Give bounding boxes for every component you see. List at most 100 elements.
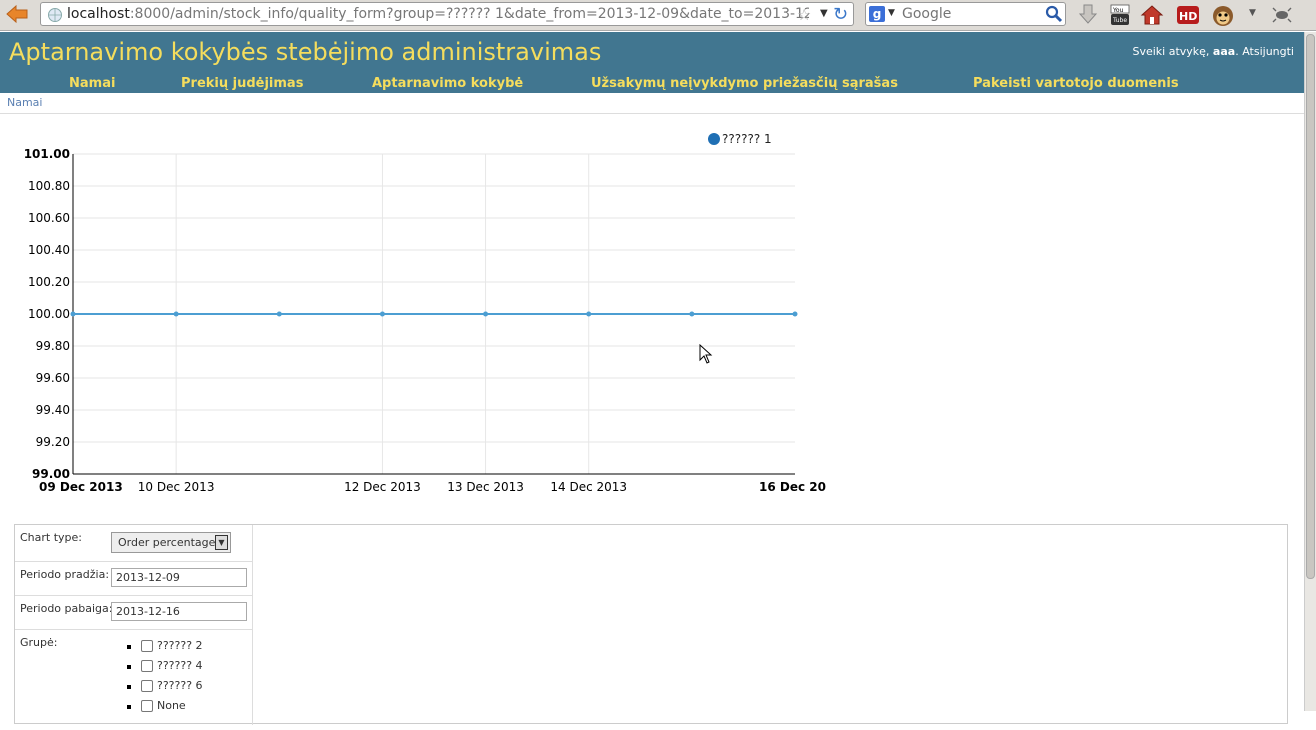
- group-option-label: ?????? 4: [157, 659, 203, 672]
- user-tools: Sveiki atvykę, aaa. Atsijungti: [1132, 45, 1294, 58]
- y-tick-label: 100.40: [28, 243, 70, 257]
- group-checkbox[interactable]: [141, 680, 153, 692]
- chart-type-value: Order percentage: [118, 536, 216, 549]
- logout-link[interactable]: Atsijungti: [1242, 45, 1294, 58]
- group-option-label: ?????? 2: [157, 639, 203, 652]
- data-point: [276, 311, 282, 317]
- youtube-icon[interactable]: You Tube: [1108, 3, 1132, 27]
- x-tick-label: 09 Dec 2013: [39, 480, 123, 494]
- page-globe-icon: [48, 8, 62, 22]
- bug-icon[interactable]: [1270, 3, 1294, 27]
- series-layer: [70, 311, 798, 317]
- nav-change-user-data[interactable]: Pakeisti vartotojo duomenis: [973, 76, 1179, 91]
- data-point: [586, 311, 592, 317]
- x-tick-label: 10 Dec 2013: [138, 480, 215, 494]
- x-tick-label: 13 Dec 2013: [447, 480, 524, 494]
- period-end-input[interactable]: 2013-12-16: [111, 602, 247, 621]
- list-bullet: [127, 645, 131, 649]
- svg-text:HD: HD: [1179, 10, 1197, 23]
- greeting-text: Sveiki atvykę,: [1132, 45, 1210, 58]
- data-point: [379, 311, 385, 317]
- breadcrumb: Namai: [0, 93, 1304, 114]
- url-host: localhost: [67, 6, 130, 22]
- x-axis-ticks: 09 Dec 2013 10 Dec 2013 12 Dec 2013 13 Dec …: [39, 480, 826, 494]
- chart-type-label: Chart type:: [20, 531, 83, 544]
- data-point: [173, 311, 179, 317]
- y-tick-label: 100.20: [28, 275, 70, 289]
- quality-chart: 101.00 100.80 100.60 100.40 100.20 100.00 99.8…: [24, 132, 826, 494]
- search-engine-icon[interactable]: g: [869, 6, 885, 22]
- group-checkbox[interactable]: [141, 640, 153, 652]
- x-tick-label: 16 Dec 20: [759, 480, 826, 494]
- form-fields: Chart type: Order percentage ▼ Periodo p…: [15, 525, 253, 725]
- browser-toolbar: localhost:8000/admin/stock_info/quality_…: [0, 0, 1316, 31]
- y-tick-label: 99.60: [36, 371, 70, 385]
- home-icon[interactable]: [1140, 3, 1164, 27]
- y-tick-label: 100.80: [28, 179, 70, 193]
- period-end-row: Periodo pabaiga: 2013-12-16: [15, 596, 253, 630]
- y-tick-label: 100.60: [28, 211, 70, 225]
- list-bullet: [127, 665, 131, 669]
- address-bar[interactable]: localhost:8000/admin/stock_info/quality_…: [40, 2, 854, 26]
- y-tick-label: 99.00: [32, 467, 70, 481]
- admin-header: Aptarnavimo kokybės stebėjimo administra…: [0, 32, 1304, 93]
- svg-text:You: You: [1112, 7, 1124, 14]
- chart-type-row: Chart type: Order percentage ▼: [15, 525, 253, 562]
- data-point: [483, 311, 489, 317]
- extension-dropdown-icon[interactable]: ▼: [1249, 8, 1256, 18]
- search-bar[interactable]: g ▼: [865, 2, 1066, 26]
- search-engine-dropdown-icon[interactable]: ▼: [888, 8, 895, 18]
- period-start-row: Periodo pradžia: 2013-12-09: [15, 562, 253, 596]
- chart-type-select[interactable]: Order percentage ▼: [111, 532, 231, 553]
- group-option-label: None: [157, 699, 186, 712]
- group-checkbox[interactable]: [141, 660, 153, 672]
- y-tick-label: 100.00: [28, 307, 70, 321]
- url-text[interactable]: localhost:8000/admin/stock_info/quality_…: [67, 6, 809, 22]
- y-tick-label: 99.40: [36, 403, 70, 417]
- group-label: Grupė:: [20, 636, 58, 649]
- nav-home[interactable]: Namai: [69, 76, 115, 91]
- data-point: [70, 311, 76, 317]
- group-checkbox[interactable]: [141, 700, 153, 712]
- svg-text:Tube: Tube: [1112, 17, 1127, 24]
- period-start-label: Periodo pradžia:: [20, 568, 110, 581]
- mouse-cursor-icon: [699, 344, 713, 364]
- group-option-label: ?????? 6: [157, 679, 203, 692]
- nav-failure-reasons[interactable]: Užsakymų neįvykdymo priežasčių sąrašas: [591, 76, 898, 91]
- x-tick-label: 14 Dec 2013: [550, 480, 627, 494]
- list-bullet: [127, 685, 131, 689]
- chart-options-form: Chart type: Order percentage ▼ Periodo p…: [14, 524, 1288, 725]
- search-input[interactable]: [902, 5, 1042, 23]
- y-tick-label: 101.00: [24, 147, 70, 161]
- legend-marker: [708, 133, 720, 145]
- greasemonkey-icon[interactable]: [1211, 3, 1235, 27]
- breadcrumb-home[interactable]: Namai: [7, 96, 42, 109]
- select-arrow-icon[interactable]: ▼: [215, 535, 228, 550]
- reload-icon[interactable]: ↻: [833, 4, 848, 25]
- chart-legend[interactable]: ?????? 1: [708, 132, 772, 146]
- page-scrollbar[interactable]: [1304, 32, 1316, 711]
- y-axis-ticks: 101.00 100.80 100.60 100.40 100.20 100.00 99.8…: [24, 147, 70, 481]
- nav-service-quality[interactable]: Aptarnavimo kokybė: [372, 76, 523, 91]
- period-start-input[interactable]: 2013-12-09: [111, 568, 247, 587]
- url-path: :8000/admin/stock_info/quality_form?grou…: [129, 6, 809, 22]
- downloads-icon[interactable]: [1076, 3, 1100, 27]
- back-arrow-icon[interactable]: [4, 3, 30, 25]
- scrollbar-thumb[interactable]: [1306, 34, 1315, 579]
- period-end-label: Periodo pabaiga:: [20, 602, 113, 615]
- username: aaa: [1212, 45, 1236, 58]
- url-history-dropdown-icon[interactable]: ▼: [820, 8, 828, 19]
- y-tick-label: 99.20: [36, 435, 70, 449]
- x-tick-label: 12 Dec 2013: [344, 480, 421, 494]
- data-point: [792, 311, 798, 317]
- list-bullet: [127, 705, 131, 709]
- magnifier-icon[interactable]: [1045, 5, 1063, 23]
- data-point: [689, 311, 695, 317]
- bookmark-star-icon[interactable]: ☆: [797, 5, 811, 24]
- group-row: Grupė:: [15, 630, 253, 730]
- legend-label[interactable]: ?????? 1: [722, 132, 772, 146]
- nav-stock-movement[interactable]: Prekių judėjimas: [181, 76, 303, 91]
- hd-video-icon[interactable]: HD: [1176, 3, 1200, 27]
- site-title: Aptarnavimo kokybės stebėjimo administra…: [9, 38, 602, 66]
- y-tick-label: 99.80: [36, 339, 70, 353]
